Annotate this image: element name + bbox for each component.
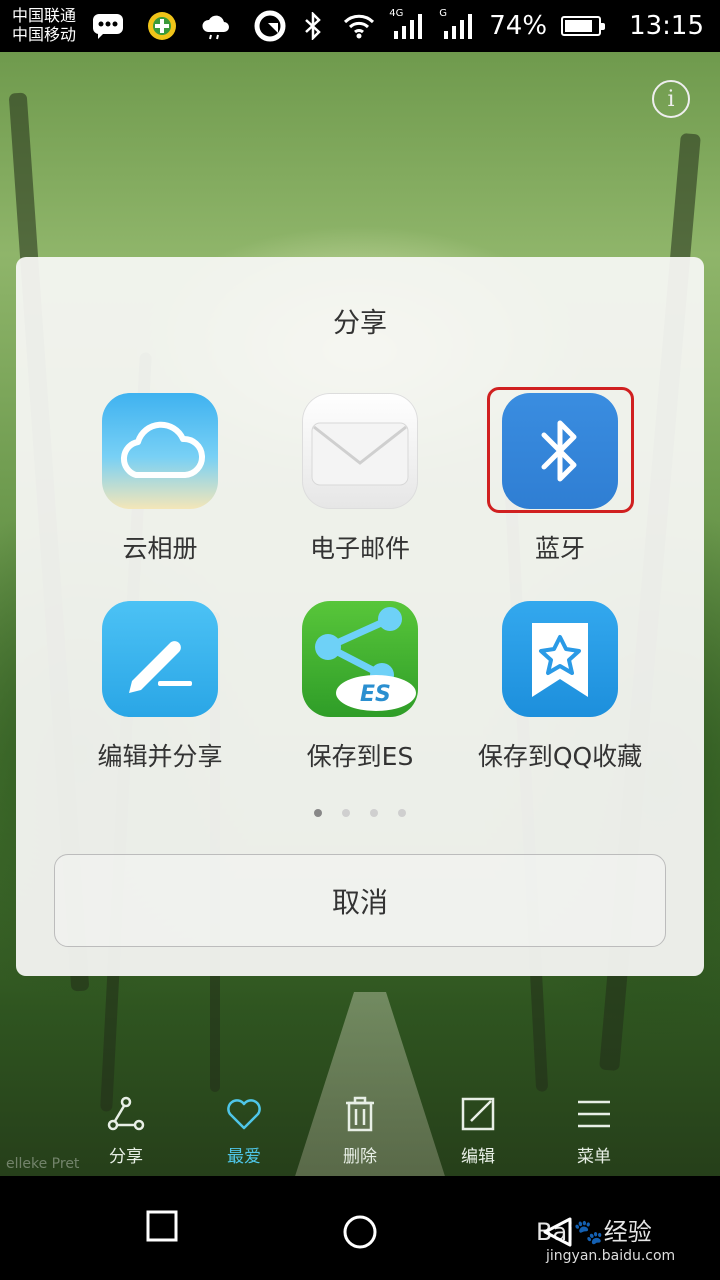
signal-icon-g: G: [439, 8, 475, 42]
toolbar-delete[interactable]: 删除: [301, 1094, 419, 1167]
page-indicator: [16, 809, 704, 817]
bluetooth-icon: [297, 10, 329, 42]
menu-icon: [578, 1100, 610, 1128]
toolbar-label: 分享: [109, 1147, 143, 1167]
share-dialog: 分享 云相册 电子邮件 蓝牙 编辑并分享 ES 保存到ES 保存到QQ收藏 取消: [16, 257, 704, 976]
wifi-icon: [343, 10, 375, 42]
signal-icon-4g: 4G: [389, 8, 425, 42]
carrier-1: 中国联通: [12, 6, 77, 25]
share-app-cloud-album[interactable]: 云相册: [60, 393, 260, 565]
status-bar: 中国联通 中国移动 4G G 74% 13:15: [0, 0, 720, 52]
qq-favorites-icon: [502, 601, 618, 717]
network-label-1: 4G: [389, 8, 404, 19]
carrier-info: 中国联通 中国移动: [12, 6, 76, 44]
share-app-es[interactable]: ES 保存到ES: [260, 601, 460, 773]
battery-percent: 74%: [489, 11, 548, 41]
network-label-2: G: [439, 8, 448, 19]
photo-toolbar: 分享 最爱 删除 编辑 菜单: [0, 1094, 720, 1176]
paw-icon: 🐾: [573, 1218, 604, 1246]
app-label: 云相册: [122, 534, 198, 563]
share-app-email[interactable]: 电子邮件: [260, 393, 460, 565]
square-icon: [146, 1210, 178, 1242]
svg-text:ES: ES: [360, 682, 391, 707]
app-label: 保存到ES: [306, 742, 414, 771]
battery-fill: [565, 20, 592, 32]
trash-icon: [346, 1096, 374, 1132]
dialog-title: 分享: [333, 308, 387, 339]
cloud-album-icon: [102, 393, 218, 509]
message-icon: [92, 10, 124, 42]
edit-share-icon: [102, 601, 218, 717]
toolbar-edit[interactable]: 编辑: [419, 1094, 537, 1167]
page-dot: [370, 809, 378, 817]
watermark-url: jingyan.baidu.com: [546, 1248, 676, 1264]
weather-icon: [200, 10, 232, 42]
app-label: 保存到QQ收藏: [477, 742, 643, 771]
toolbar-label: 删除: [343, 1147, 377, 1167]
watermark-brand: Bai: [536, 1218, 574, 1246]
cancel-button[interactable]: 取消: [54, 854, 666, 947]
highlight-box: [487, 387, 634, 513]
email-icon: [302, 393, 418, 509]
app-label: 蓝牙: [534, 534, 585, 563]
toolbar-favorite[interactable]: 最爱: [185, 1094, 303, 1167]
watermark-brand-cn: 经验: [603, 1218, 652, 1246]
toolbar-label: 最爱: [227, 1147, 261, 1167]
notification-icons: [92, 10, 286, 42]
share-icon: [107, 1096, 145, 1131]
recent-apps-button[interactable]: [146, 1210, 178, 1246]
home-button[interactable]: [342, 1214, 378, 1254]
page-dot: [342, 809, 350, 817]
info-icon: i: [667, 86, 675, 112]
es-file-icon: ES: [302, 601, 418, 717]
battery-icon: [561, 16, 606, 36]
toolbar-share[interactable]: 分享: [67, 1094, 185, 1167]
toolbar-label: 编辑: [461, 1147, 495, 1167]
circle-icon: [343, 1215, 377, 1249]
clock: 13:15: [629, 11, 704, 41]
carrier-2: 中国移动: [12, 25, 77, 44]
heart-icon: [227, 1099, 261, 1130]
edit-icon: [461, 1097, 495, 1131]
toolbar-label: 菜单: [577, 1147, 611, 1167]
app-icon: [146, 10, 178, 42]
share-app-edit-share[interactable]: 编辑并分享: [60, 601, 260, 773]
app-label: 电子邮件: [309, 534, 410, 563]
page-dot: [314, 809, 322, 817]
page-dot: [398, 809, 406, 817]
share-app-qq-favorites[interactable]: 保存到QQ收藏: [460, 601, 660, 773]
app-label: 编辑并分享: [97, 742, 223, 771]
info-button[interactable]: i: [652, 80, 690, 118]
sync-icon: [254, 10, 286, 42]
toolbar-menu[interactable]: 菜单: [535, 1094, 653, 1167]
baidu-watermark: Bai🐾经验: [536, 1212, 652, 1247]
system-icons: 4G G 74% 13:15: [297, 8, 704, 44]
